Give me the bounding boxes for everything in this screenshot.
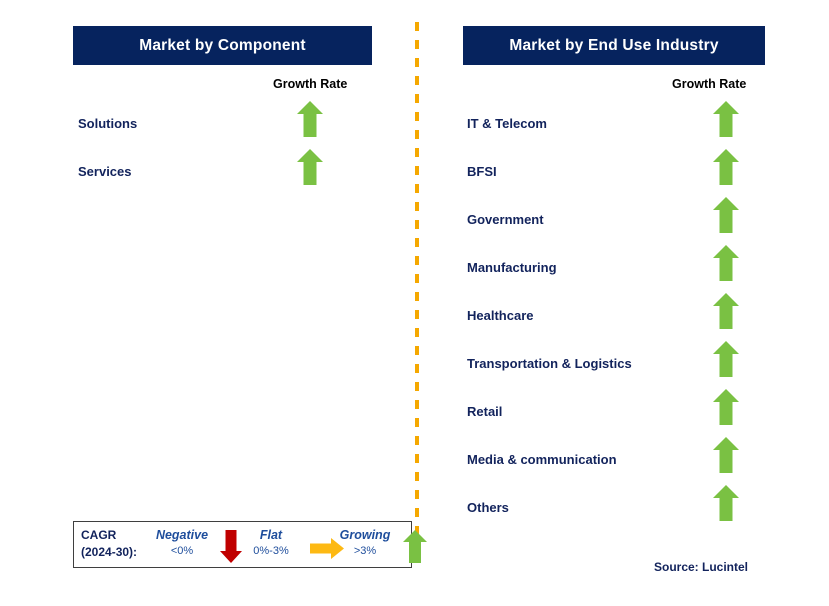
list-item: Transportation & Logistics (467, 341, 739, 377)
list-item: IT & Telecom (467, 101, 739, 137)
up-arrow-icon (713, 389, 739, 425)
list-item: Government (467, 197, 739, 233)
item-label: Solutions (78, 116, 138, 131)
list-item: Others (467, 485, 739, 521)
item-label: Transportation & Logistics (467, 356, 632, 371)
legend-entry-title: Growing (339, 528, 391, 542)
panel-title-text: Market by End Use Industry (509, 36, 719, 54)
legend-entry-growing: Growing >3% (326, 527, 404, 559)
growth-rate-caption-left: Growth Rate (273, 77, 348, 91)
legend-cagr-label: CAGR (2024-30): (81, 527, 137, 561)
item-label: Government (467, 212, 544, 227)
source-attribution: Source: Lucintel (654, 560, 749, 574)
up-arrow-icon (403, 530, 427, 563)
legend-entry-range: <0% (170, 545, 194, 557)
item-label: Healthcare (467, 308, 534, 323)
up-arrow-icon (297, 149, 323, 185)
up-arrow-icon (713, 149, 739, 185)
vertical-dashed-divider (415, 22, 419, 562)
up-arrow-icon (713, 341, 739, 377)
list-item: Solutions (78, 101, 338, 137)
legend-entry-title: Negative (155, 528, 209, 542)
growth-rate-caption-right: Growth Rate (672, 77, 747, 91)
list-item: Services (78, 149, 338, 185)
up-arrow-icon (713, 245, 739, 281)
list-item: Media & communication (467, 437, 739, 473)
item-label: IT & Telecom (467, 116, 547, 131)
up-arrow-icon (713, 293, 739, 329)
up-arrow-icon (297, 101, 323, 137)
item-label: Media & communication (467, 452, 617, 467)
panel-header-market-by-end-use-industry: Market by End Use Industry (463, 26, 765, 65)
list-item: BFSI (467, 149, 739, 185)
list-item: Retail (467, 389, 739, 425)
panel-title-text: Market by Component (139, 36, 306, 54)
infographic-canvas: Market by Component Market by End Use In… (0, 0, 829, 606)
up-arrow-icon (713, 437, 739, 473)
cagr-legend: CAGR (2024-30): Negative <0% Flat 0%-3% … (73, 521, 427, 568)
item-label: Manufacturing (467, 260, 557, 275)
legend-entry-range: 0%-3% (253, 545, 289, 557)
item-label: Others (467, 500, 509, 515)
item-label: Retail (467, 404, 503, 419)
legend-cagr-line2: (2024-30): (81, 545, 138, 559)
legend-entry-flat: Flat 0%-3% (237, 527, 305, 559)
up-arrow-icon (713, 101, 739, 137)
item-label: BFSI (467, 164, 497, 179)
item-label: Services (78, 164, 132, 179)
legend-cagr-line1: CAGR (81, 528, 117, 542)
up-arrow-icon (713, 197, 739, 233)
legend-entry-range: >3% (353, 545, 377, 557)
legend-entry-negative: Negative <0% (146, 527, 218, 559)
panel-header-market-by-component: Market by Component (73, 26, 372, 65)
list-item: Manufacturing (467, 245, 739, 281)
up-arrow-icon (713, 485, 739, 521)
legend-entry-title: Flat (259, 528, 283, 542)
list-item: Healthcare (467, 293, 739, 329)
